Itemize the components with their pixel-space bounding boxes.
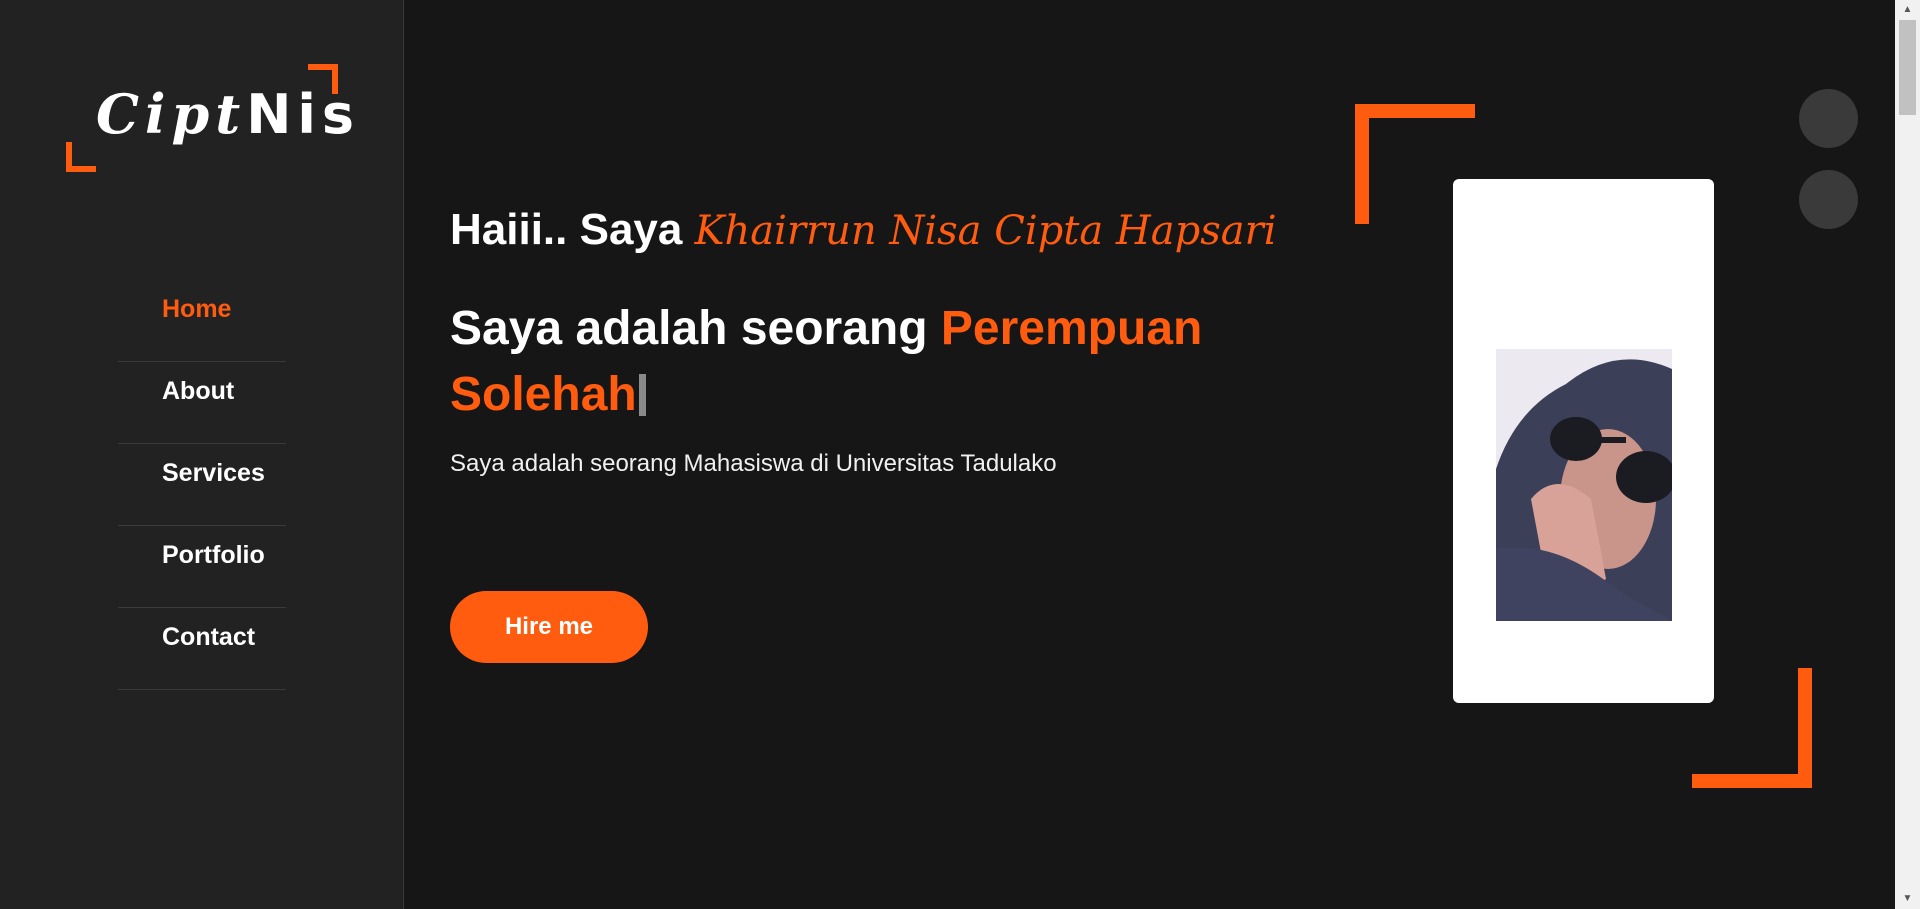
nav-item-label[interactable]: Home <box>162 295 231 324</box>
page-scrollbar[interactable]: ▲ ▼ <box>1895 0 1920 909</box>
logo-text: CiptNis <box>96 82 360 146</box>
scroll-thumb[interactable] <box>1899 20 1916 115</box>
nav-item-label[interactable]: About <box>162 377 234 406</box>
logo-bold-part: Nis <box>246 83 361 146</box>
nav-menu: Home About Services Portfolio Contact <box>118 280 286 690</box>
typing-cursor <box>638 374 646 416</box>
logo[interactable]: CiptNis <box>66 64 354 172</box>
nav-item-label[interactable]: Services <box>162 459 265 488</box>
nav-item-about[interactable]: About <box>118 362 286 444</box>
greeting-line: Haiii.. Saya Khairrun Nisa Cipta Hapsari <box>450 205 1277 255</box>
hero-headline: Saya adalah seorang Perempuan Solehah <box>450 296 1270 428</box>
logo-script-part: Cipt <box>96 82 247 146</box>
nav-item-label[interactable]: Portfolio <box>162 541 265 570</box>
logo-corner-bottom-left <box>66 142 96 172</box>
photo-card <box>1453 179 1714 703</box>
profile-photo <box>1496 349 1672 621</box>
sidebar: CiptNis Home About Services Portfolio Co… <box>0 0 404 909</box>
greeting-text: Haiii.. Saya <box>450 205 683 254</box>
settings-circle[interactable] <box>1799 170 1858 229</box>
scroll-up-arrow-icon[interactable]: ▲ <box>1895 0 1920 20</box>
nav-item-label[interactable]: Contact <box>162 623 255 652</box>
profile-photo-illustration <box>1496 349 1672 621</box>
nav-item-contact[interactable]: Contact <box>118 608 286 690</box>
hero-description: Saya adalah seorang Mahasiswa di Univers… <box>450 450 1057 477</box>
nav-item-home[interactable]: Home <box>118 280 286 362</box>
nav-item-portfolio[interactable]: Portfolio <box>118 526 286 608</box>
hero-name: Khairrun Nisa Cipta Hapsari <box>694 208 1277 254</box>
hire-me-button[interactable]: Hire me <box>450 591 648 663</box>
headline-prefix: Saya adalah seorang <box>450 302 928 355</box>
scroll-down-arrow-icon[interactable]: ▼ <box>1895 889 1920 909</box>
theme-toggle-circle[interactable] <box>1799 89 1858 148</box>
nav-item-services[interactable]: Services <box>118 444 286 526</box>
